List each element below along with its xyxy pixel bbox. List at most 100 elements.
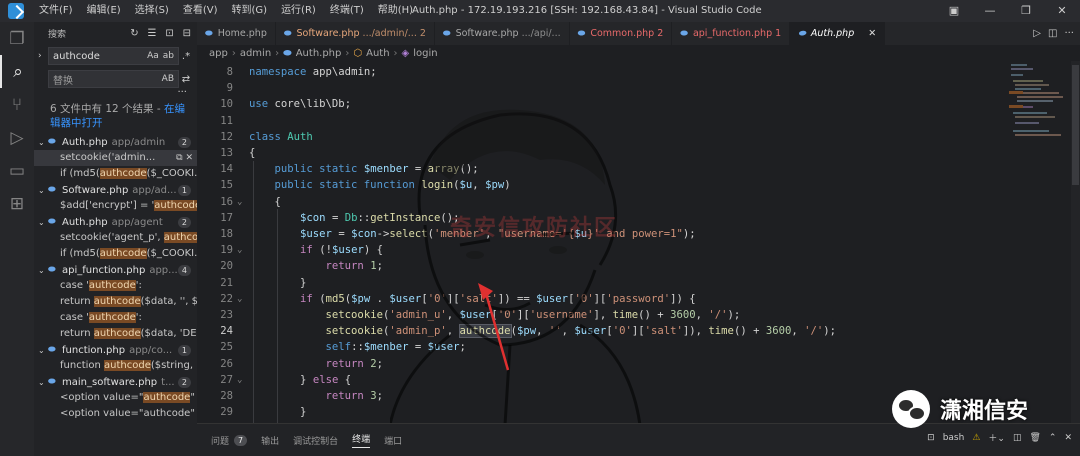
result-match[interactable]: return authcode($data, '', $... [34,294,197,310]
result-file[interactable]: ⌄ ⬬ main_software.php t... 2 [34,374,197,390]
result-match[interactable]: if (md5(authcode($_COOKI... [34,246,197,262]
fold-chevron-icon[interactable]: ⌄ [237,194,242,210]
chevron-down-icon[interactable]: ⌄ [38,138,48,147]
minimize-icon[interactable]: — [972,0,1008,22]
more-options-icon[interactable]: ··· [34,88,197,100]
new-terminal-icon[interactable]: ＋⌄ [988,431,1005,444]
fold-chevron-icon[interactable]: ⌄ [237,242,242,258]
clear-results-icon[interactable]: ☰ [148,28,157,39]
remote-explorer-icon[interactable]: ▭ [0,154,34,187]
match-word-icon[interactable]: ab [163,51,174,61]
result-file[interactable]: ⌄ ⬬ api_function.php app... 4 [34,262,197,278]
run-icon[interactable]: ▷ [1033,28,1041,39]
result-file[interactable]: ⌄ ⬬ Software.php app/ad... 1 [34,182,197,198]
explorer-icon[interactable]: ❐ [0,22,34,55]
breadcrumb-file[interactable]: Auth.php [296,48,342,59]
code-editor[interactable]: 8 namespace app\admin; 9 10 use core\lib\Db;… [197,61,1003,423]
result-match[interactable]: function authcode($string, ... [34,358,197,374]
tab-file[interactable]: ⬬ Software.php .../api/... [435,22,570,45]
search-input[interactable]: authcode Aa ab [48,47,179,65]
tab-file[interactable]: ⬬ Home.php [197,22,276,45]
minimap[interactable] [1003,61,1071,423]
match-case-icon[interactable]: Aa [147,51,159,61]
php-file-icon: ⬬ [205,28,213,39]
results-summary: 6 文件中有 12 个结果 - 在编辑器中打开 [50,103,186,129]
editor-scrollbar[interactable] [1071,61,1080,423]
dismiss-match-icon[interactable]: ✕ [185,153,193,163]
breadcrumb-method[interactable]: login [413,48,437,59]
result-file-path: app/co... [129,344,173,356]
tab-file[interactable]: ⬬ Common.php 2 [570,22,673,45]
result-match[interactable]: case 'authcode': [34,310,197,326]
result-match[interactable]: if (md5(authcode($_COOKI... [34,166,197,182]
result-file[interactable]: ⌄ ⬬ function.php app/co... 1 [34,342,197,358]
tab-file[interactable]: ⬬ Software.php .../admin/... 2 [276,22,435,45]
regex-icon[interactable]: .* [179,51,193,62]
split-editor-icon[interactable]: ◫ [1048,28,1057,39]
new-search-editor-icon[interactable]: ⊡ [165,28,173,39]
chevron-down-icon[interactable]: ⌄ [38,346,48,355]
menu-run[interactable]: 运行(R) [274,0,323,22]
result-file[interactable]: ⌄ ⬬ Auth.php app/admin 2 [34,134,197,150]
tab-debug-console[interactable]: 调试控制台 [293,434,338,447]
result-match[interactable]: setcookie('admin... ⧉ ✕ [34,150,197,166]
collapse-all-icon[interactable]: ⊟ [183,28,191,39]
close-panel-icon[interactable]: ✕ [1064,433,1072,443]
extensions-icon[interactable]: ⊞ [0,187,34,220]
menu-go[interactable]: 转到(G) [225,0,275,22]
warning-icon: ⚠ [972,432,981,443]
fold-chevron-icon[interactable]: ⌄ [237,291,242,307]
close-tab-icon[interactable]: ✕ [868,28,876,39]
chevron-down-icon[interactable]: ⌄ [38,266,48,275]
search-icon[interactable]: ⌕ [0,55,34,88]
breadcrumb-app[interactable]: app [209,48,228,59]
menu-file[interactable]: 文件(F) [32,0,80,22]
result-match[interactable]: <option value="authcode" ... [34,406,197,422]
run-debug-icon[interactable]: ▷ [0,121,34,154]
result-match[interactable]: <option value="authcode" ... [34,390,197,406]
result-count-badge: 2 [177,216,191,228]
maximize-panel-icon[interactable]: ⌃ [1049,433,1057,443]
toggle-replace-icon[interactable]: › [38,51,48,61]
tab-file[interactable]: ⬬ Auth.php ✕ [790,22,886,45]
split-terminal-icon[interactable]: ◫ [1013,433,1022,443]
tab-ports[interactable]: 端口 [384,434,402,447]
refresh-icon[interactable]: ↻ [130,28,138,39]
menu-edit[interactable]: 编辑(E) [80,0,128,22]
replace-input[interactable]: 替换 AB [48,70,179,88]
chevron-down-icon[interactable]: ⌄ [38,186,48,195]
breadcrumb-admin[interactable]: admin [240,48,271,59]
terminal-name[interactable]: bash [943,433,965,443]
more-actions-icon[interactable]: ··· [1064,28,1074,39]
tab-output[interactable]: 输出 [261,434,279,447]
replace-match-icon[interactable]: ⧉ [176,153,182,163]
result-match[interactable]: $add['encrypt'] = 'authcode'; [34,198,197,214]
source-control-icon[interactable]: ⑂ [0,88,34,121]
restore-icon[interactable]: ❐ [1008,0,1044,22]
kill-terminal-icon[interactable]: 🗑 [1029,433,1040,443]
title-bar: 文件(F) 编辑(E) 选择(S) 查看(V) 转到(G) 运行(R) 终端(T… [0,0,1080,22]
chevron-down-icon[interactable]: ⌄ [38,378,48,387]
replace-all-icon[interactable]: ⇄ [179,74,193,85]
menu-view[interactable]: 查看(V) [176,0,225,22]
result-file[interactable]: ⌄ ⬬ Auth.php app/agent 2 [34,214,197,230]
layout-icon[interactable]: ▣ [936,0,972,22]
results-tree: ⌄ ⬬ Auth.php app/admin 2 setcookie('admin... ⧉… [34,134,197,422]
tab-problems[interactable]: 问题 7 [211,434,248,447]
menu-terminal[interactable]: 终端(T) [323,0,371,22]
terminal-controls: ⊡ bash ⚠ ＋⌄ ◫ 🗑 ⌃ ✕ [927,431,1072,445]
result-match[interactable]: setcookie('agent_p', authco [34,230,197,246]
tab-file[interactable]: ⬬ api_function.php 1 [672,22,791,45]
sidebar-header: 搜索 ↻ ☰ ⊡ ⊟ [34,22,197,44]
preserve-case-icon[interactable]: AB [162,74,174,84]
chevron-down-icon[interactable]: ⌄ [38,218,48,227]
tab-terminal[interactable]: 终端 [352,432,371,448]
scrollbar-thumb[interactable] [1072,65,1079,185]
close-window-icon[interactable]: ✕ [1044,0,1080,22]
breadcrumb-class[interactable]: Auth [366,48,389,59]
result-match[interactable]: return authcode($data, 'DE... [34,326,197,342]
menu-selection[interactable]: 选择(S) [128,0,176,22]
result-match[interactable]: case 'authcode': [34,278,197,294]
line-number: 12 [220,130,233,143]
fold-chevron-icon[interactable]: ⌄ [237,372,242,388]
